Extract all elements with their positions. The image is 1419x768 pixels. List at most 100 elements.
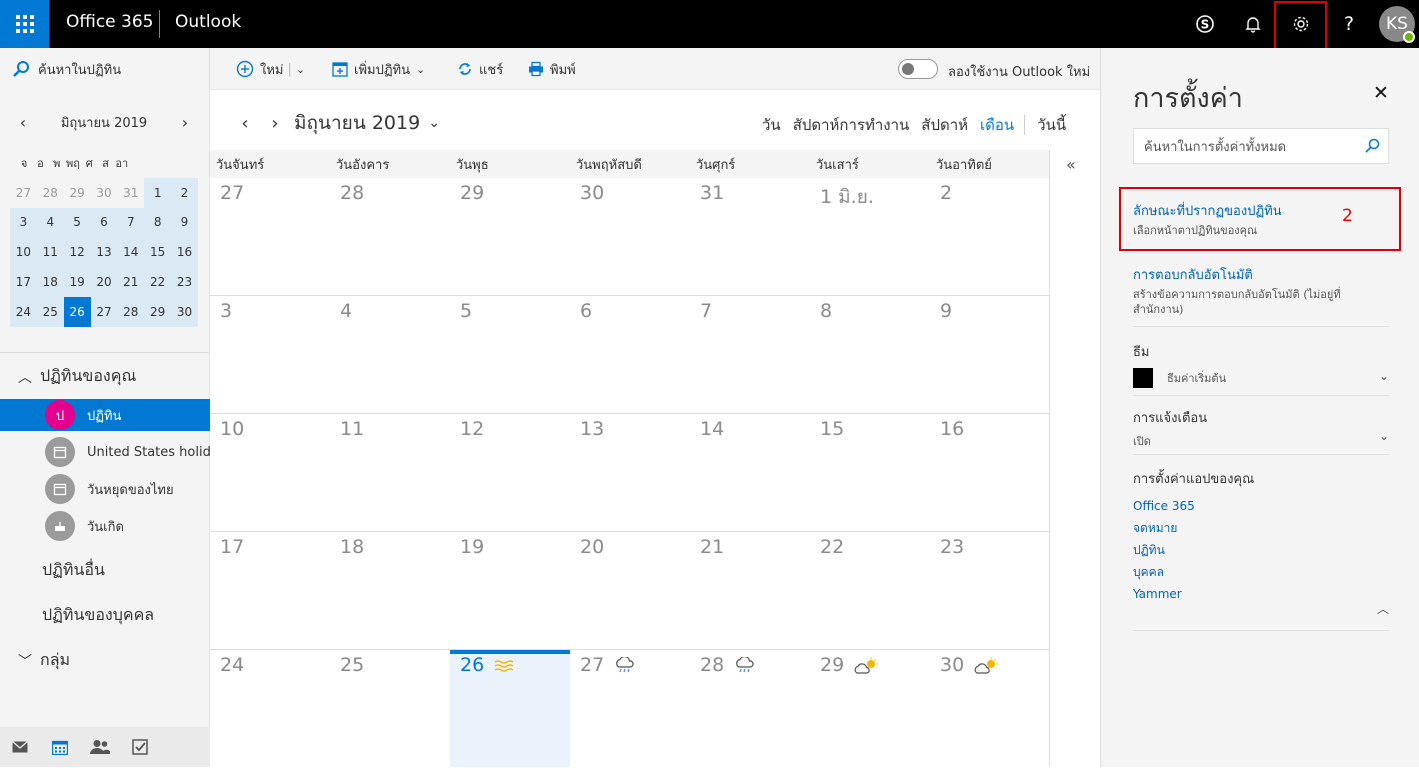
next-month-button[interactable]: › [260, 113, 290, 134]
mini-day[interactable]: 29 [64, 178, 91, 208]
day-cell[interactable]: 2 [930, 178, 1050, 295]
other-calendars-header[interactable]: ปฏิทินอื่น [42, 558, 105, 583]
day-cell[interactable]: 15 [810, 414, 930, 531]
day-cell[interactable]: 8 [810, 296, 930, 413]
day-cell[interactable]: 24 [210, 650, 330, 767]
mini-prev-month-button[interactable]: ‹ [10, 113, 36, 132]
mini-day[interactable]: 30 [91, 178, 118, 208]
app-settings-link-office365[interactable]: Office 365 [1133, 495, 1389, 517]
day-cell[interactable]: 28 [330, 178, 450, 295]
settings-search-input[interactable]: ค้นหาในการตั้งค่าทั้งหมด [1133, 128, 1389, 164]
app-name[interactable]: Outlook [175, 12, 241, 32]
mini-day[interactable]: 17 [10, 267, 37, 297]
app-settings-link-mail[interactable]: จดหมาย [1133, 517, 1389, 539]
day-cell[interactable]: 20 [570, 532, 690, 649]
day-cell[interactable]: 1 มิ.ย. [810, 178, 930, 295]
mini-day[interactable]: 30 [171, 296, 198, 327]
view-work-week[interactable]: สัปดาห์การทำงาน [793, 113, 910, 137]
collapse-panel-button[interactable]: « [1066, 155, 1076, 174]
mini-day[interactable]: 5 [63, 207, 91, 238]
auto-reply-link[interactable]: การตอบกลับอัตโนมัติ สร้างข้อความการตอบกล… [1133, 264, 1389, 317]
app-settings-link-people[interactable]: บุคคล [1133, 561, 1389, 583]
day-cell[interactable]: 16 [930, 414, 1050, 531]
print-button[interactable]: พิมพ์ [528, 48, 576, 90]
mini-day[interactable]: 2 [171, 177, 198, 208]
day-cell[interactable]: 28 [690, 650, 810, 767]
view-day[interactable]: วัน [762, 113, 781, 137]
skype-button[interactable]: S [1181, 0, 1229, 48]
mini-day[interactable]: 8 [144, 207, 172, 238]
help-button[interactable]: ? [1325, 0, 1373, 48]
mini-day[interactable]: 27 [10, 178, 37, 208]
mini-day[interactable]: 25 [36, 296, 64, 327]
chevron-up-icon[interactable]: ︿ [1377, 600, 1389, 617]
chevron-down-icon[interactable]: ⌄ [428, 115, 440, 131]
today-button[interactable]: วันนี้ [1037, 113, 1066, 137]
notifications-setting[interactable]: การแจ้งเตือน เปิด ⌄ [1133, 407, 1389, 449]
people-module-button[interactable] [80, 727, 120, 767]
app-settings-link-calendar[interactable]: ปฏิทิน [1133, 539, 1389, 561]
chevron-down-icon[interactable]: ⌄ [1379, 429, 1389, 443]
mini-day[interactable]: 13 [90, 237, 118, 268]
day-cell[interactable]: 27 [570, 650, 690, 767]
day-cell[interactable]: 3 [210, 296, 330, 413]
mini-day[interactable]: 6 [90, 207, 118, 238]
calendar-item-birthdays[interactable]: วันเกิด [0, 510, 210, 542]
mini-day[interactable]: 18 [36, 267, 64, 297]
mini-day[interactable]: 22 [144, 267, 172, 297]
mini-next-month-button[interactable]: › [172, 113, 198, 132]
close-settings-button[interactable]: ✕ [1373, 82, 1389, 104]
mini-day[interactable]: 19 [63, 267, 91, 297]
chevron-down-icon[interactable]: ⌄ [1379, 369, 1389, 383]
day-cell[interactable]: 30 [930, 650, 1050, 767]
your-calendars-header[interactable]: ︿ ปฏิทินของคุณ [18, 364, 136, 389]
mini-day[interactable]: 21 [117, 267, 145, 297]
view-week[interactable]: สัปดาห์ [921, 113, 968, 137]
day-cell[interactable]: 19 [450, 532, 570, 649]
day-cell[interactable]: 10 [210, 414, 330, 531]
calendar-search-box[interactable]: ค้นหาในปฏิทิน [0, 48, 210, 90]
groups-header[interactable]: ﹀ กลุ่ม [18, 648, 70, 673]
mini-day[interactable]: 11 [36, 237, 64, 268]
day-cell[interactable]: 12 [450, 414, 570, 531]
brand-link[interactable]: Office 365 [66, 12, 153, 32]
mini-day[interactable]: 3 [10, 207, 37, 238]
mini-day[interactable]: 1 [144, 177, 172, 208]
day-cell[interactable]: 9 [930, 296, 1050, 413]
chevron-down-icon[interactable]: ⌄ [296, 63, 305, 76]
mini-day[interactable]: 28 [37, 178, 64, 208]
day-cell[interactable]: 13 [570, 414, 690, 531]
mini-day[interactable]: 23 [171, 267, 198, 297]
try-new-outlook-toggle[interactable] [898, 59, 938, 79]
mini-day[interactable]: 31 [117, 178, 144, 208]
app-launcher-button[interactable] [0, 0, 49, 48]
new-event-button[interactable]: ใหม่ | ⌄ [236, 48, 305, 90]
day-cell[interactable]: 29 [450, 178, 570, 295]
add-calendar-button[interactable]: เพิ่มปฏิทิน ⌄ [332, 48, 425, 90]
share-button[interactable]: แชร์ [457, 48, 503, 90]
mini-day[interactable]: 29 [144, 296, 172, 327]
tasks-module-button[interactable] [120, 727, 160, 767]
day-cell[interactable]: 7 [690, 296, 810, 413]
day-cell[interactable]: 6 [570, 296, 690, 413]
mini-day-today[interactable]: 26 [63, 296, 91, 327]
day-cell-today[interactable]: 26 [450, 650, 570, 767]
calendar-title[interactable]: มิถุนายน 2019 [294, 108, 420, 138]
day-cell[interactable]: 5 [450, 296, 570, 413]
mini-day[interactable]: 15 [144, 237, 172, 268]
day-cell[interactable]: 14 [690, 414, 810, 531]
day-cell[interactable]: 27 [210, 178, 330, 295]
calendar-module-button[interactable] [40, 727, 80, 767]
people-calendars-header[interactable]: ปฏิทินของบุคคล [42, 603, 154, 628]
mail-module-button[interactable] [0, 727, 40, 767]
mini-day[interactable]: 7 [117, 207, 145, 238]
notifications-button[interactable] [1229, 0, 1277, 48]
day-cell[interactable]: 29 [810, 650, 930, 767]
mini-day[interactable]: 20 [90, 267, 118, 297]
day-cell[interactable]: 18 [330, 532, 450, 649]
theme-setting[interactable]: ธีม ธีมค่าเริ่มต้น ⌄ [1133, 341, 1389, 388]
mini-day[interactable]: 14 [117, 237, 145, 268]
day-cell[interactable]: 31 [690, 178, 810, 295]
mini-day[interactable]: 10 [10, 237, 37, 268]
calendar-item-us-holidays[interactable]: United States holidays [0, 436, 210, 468]
